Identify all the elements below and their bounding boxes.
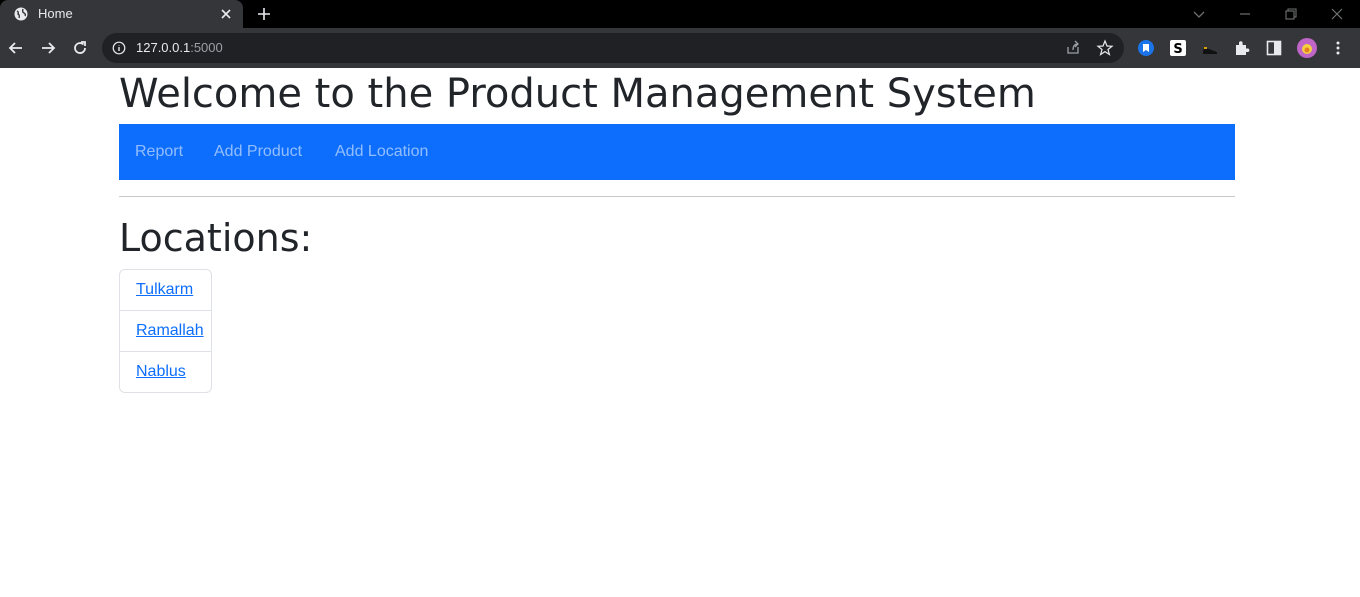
close-tab-icon[interactable]: [219, 7, 233, 21]
main-navbar: Report Add Product Add Location: [119, 124, 1235, 180]
tab-title: Home: [38, 6, 73, 21]
nav-link-add-location[interactable]: Add Location: [335, 143, 428, 161]
nav-link-report[interactable]: Report: [135, 143, 183, 161]
page-viewport: Welcome to the Product Management System…: [0, 68, 1360, 597]
list-item: Tulkarm: [120, 270, 211, 310]
url-host: 127.0.0.1: [136, 40, 191, 55]
divider: [119, 196, 1235, 197]
list-item: Ramallah: [120, 310, 211, 351]
reload-icon[interactable]: [71, 39, 89, 57]
locations-heading: Locations:: [119, 216, 313, 260]
page-title: Welcome to the Product Management System: [119, 71, 1036, 117]
location-link-nablus[interactable]: Nablus: [136, 363, 186, 380]
shoe-extension-icon[interactable]: [1201, 39, 1219, 57]
bitwarden-extension-icon[interactable]: [1137, 39, 1155, 57]
restore-icon[interactable]: [1282, 5, 1300, 23]
locations-list: Tulkarm Ramallah Nablus: [119, 269, 212, 393]
minimize-icon[interactable]: [1236, 5, 1254, 23]
url-port: :5000: [190, 40, 223, 55]
browser-tab[interactable]: Home: [0, 0, 243, 28]
globe-icon: [14, 7, 28, 21]
location-link-tulkarm[interactable]: Tulkarm: [136, 281, 193, 298]
menu-kebab-icon[interactable]: [1329, 39, 1347, 57]
svg-text:S: S: [1173, 42, 1182, 57]
list-item: Nablus: [120, 351, 211, 392]
extensions-puzzle-icon[interactable]: [1233, 39, 1251, 57]
address-bar[interactable]: 127.0.0.1:5000: [102, 33, 1124, 63]
url-text[interactable]: 127.0.0.1:5000: [136, 40, 223, 55]
browser-toolbar: 127.0.0.1:5000 S: [0, 28, 1360, 68]
tab-strip: Home: [0, 0, 1360, 28]
new-tab-icon[interactable]: [256, 6, 272, 22]
tab-search-icon[interactable]: [1190, 5, 1208, 23]
bookmark-star-icon[interactable]: [1096, 39, 1114, 57]
back-icon[interactable]: [7, 39, 25, 57]
forward-icon[interactable]: [39, 39, 57, 57]
close-window-icon[interactable]: [1328, 5, 1346, 23]
profile-avatar-icon[interactable]: [1297, 38, 1317, 58]
site-info-icon[interactable]: [112, 41, 126, 55]
share-icon[interactable]: [1064, 39, 1082, 57]
side-panel-icon[interactable]: [1265, 39, 1283, 57]
s-extension-icon[interactable]: S: [1169, 39, 1187, 57]
location-link-ramallah[interactable]: Ramallah: [136, 322, 204, 339]
nav-link-add-product[interactable]: Add Product: [214, 143, 302, 161]
